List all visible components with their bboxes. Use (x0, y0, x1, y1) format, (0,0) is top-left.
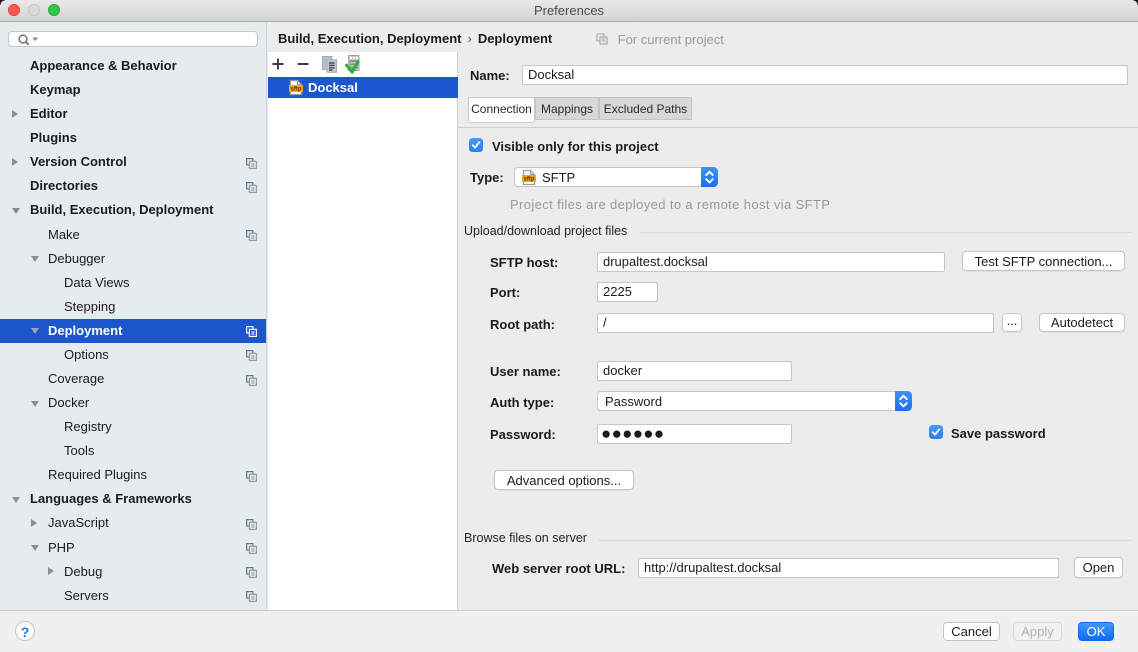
svg-text:sftp: sftp (524, 177, 535, 183)
svg-text:sftp: sftp (291, 87, 302, 93)
